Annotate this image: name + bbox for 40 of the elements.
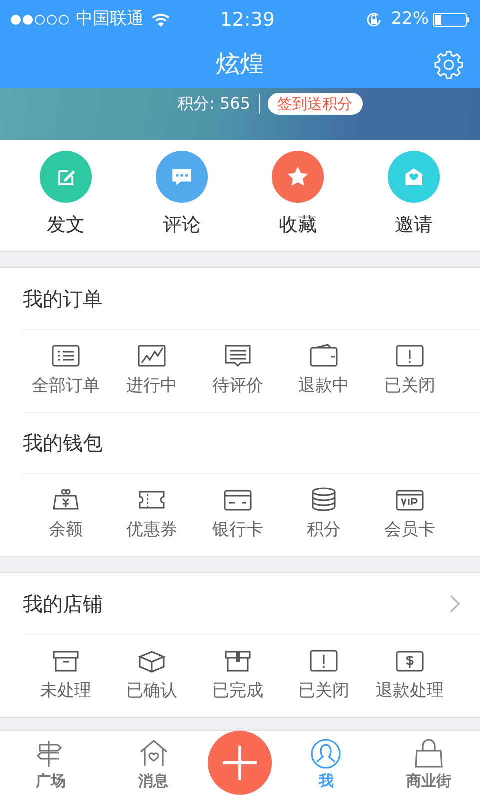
tab[interactable]: 广场 [3, 738, 100, 793]
quick-action[interactable]: 收藏 [253, 151, 343, 240]
menu-item[interactable]: 银行卡 [195, 486, 281, 544]
menu-item[interactable]: 全部订单 [23, 342, 109, 400]
quick-action[interactable]: 邀请 [369, 151, 459, 240]
clock-time: 12:39 [220, 8, 275, 31]
checkin-button[interactable]: 签到送积分 [268, 93, 362, 115]
rotation-lock-icon [365, 11, 384, 29]
menu-item[interactable]: 未处理 [23, 647, 109, 705]
menu-item[interactable]: 优惠券 [109, 486, 195, 544]
menu-item[interactable]: 已确认 [109, 647, 195, 705]
quick-action[interactable]: 评论 [137, 151, 227, 240]
menu-item[interactable]: 退款中 [281, 342, 367, 400]
section-title: 我的店铺 [23, 590, 103, 618]
menu-item[interactable]: 已完成 [195, 647, 281, 705]
battery-icon [433, 13, 470, 27]
section-title: 我的订单 [23, 286, 103, 312]
menu-item[interactable]: 已关闭 [281, 647, 367, 705]
menu-item[interactable]: 余额 [23, 486, 109, 544]
menu-item[interactable]: 进行中 [109, 342, 195, 400]
shopping-bag-icon [412, 738, 445, 770]
menu-item[interactable]: 已关闭 [367, 342, 453, 400]
menu-item[interactable]: 待评价 [195, 342, 281, 400]
wifi-icon [152, 13, 170, 27]
signal-icon [10, 14, 72, 26]
menu-item[interactable]: 会员卡 [367, 486, 453, 544]
plus-icon [220, 744, 259, 782]
menu-item[interactable]: 积分 [281, 486, 367, 544]
page-title: 炫煌 [216, 49, 264, 80]
quick-action[interactable]: 发文 [21, 151, 111, 240]
section-title: 我的钱包 [23, 430, 103, 457]
battery-percent: 22% [391, 8, 429, 32]
menu-item[interactable]: 退款处理 [367, 647, 453, 705]
points-label: 积分: 565 [177, 93, 250, 115]
settings-icon [434, 50, 464, 80]
tab[interactable]: 商业街 [380, 738, 477, 793]
tab[interactable]: 消息 [106, 738, 202, 793]
person-icon [310, 738, 342, 770]
chevron-right-icon[interactable] [450, 594, 460, 612]
carrier-name: 中国联通 [76, 8, 144, 32]
